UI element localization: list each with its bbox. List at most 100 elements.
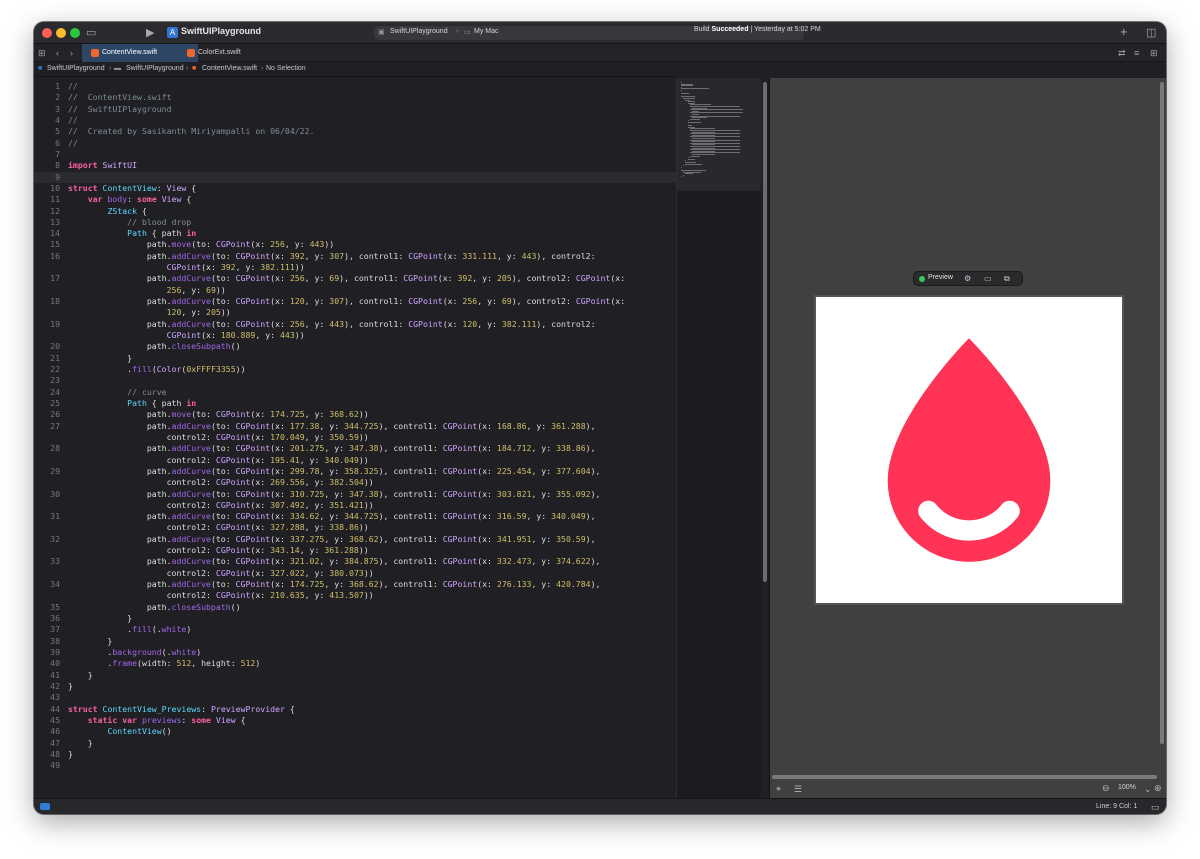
code-text[interactable]: // xyxy=(68,138,78,149)
breadcrumb-project[interactable]: SwiftUIPlayground xyxy=(47,65,105,72)
code-line[interactable]: 120, y: 205)) xyxy=(34,307,676,318)
code-text[interactable]: path.addCurve(to: CGPoint(x: 334.62, y: … xyxy=(68,511,596,522)
code-line[interactable]: 23 xyxy=(34,375,676,386)
code-line[interactable]: 31 path.addCurve(to: CGPoint(x: 334.62, … xyxy=(34,511,676,522)
chevron-down-icon[interactable]: ⌄ xyxy=(1144,783,1152,795)
code-line[interactable]: 46 ContentView() xyxy=(34,726,676,737)
code-text[interactable]: control2: CGPoint(x: 343.14, y: 361.288)… xyxy=(68,545,369,556)
code-text[interactable]: path.addCurve(to: CGPoint(x: 321.02, y: … xyxy=(68,556,601,567)
code-line[interactable]: 5 // Created by Sasikanth Miriyampalli on… xyxy=(34,126,676,137)
code-text[interactable]: control2: CGPoint(x: 195.41, y: 340.049)… xyxy=(68,455,369,466)
code-line[interactable]: control2: CGPoint(x: 210.635, y: 413.507… xyxy=(34,590,676,601)
code-text[interactable]: // ContentView.swift xyxy=(68,92,172,103)
code-line[interactable]: 27 path.addCurve(to: CGPoint(x: 177.38, … xyxy=(34,421,676,432)
debug-area-toggle-icon[interactable] xyxy=(40,803,50,810)
code-text[interactable]: } xyxy=(68,670,93,681)
code-line[interactable]: 8 import SwiftUI xyxy=(34,160,676,171)
editor-scrollbar-thumb[interactable] xyxy=(763,82,767,582)
preview-mode-label[interactable]: Preview xyxy=(928,274,953,281)
grid-icon[interactable]: ⊞ xyxy=(38,47,46,59)
play-icon[interactable]: ▶ xyxy=(146,25,154,41)
code-text[interactable]: // blood drop xyxy=(68,217,191,228)
code-text[interactable]: Path { path in xyxy=(68,398,196,409)
code-line[interactable]: 44 struct ContentView_Previews: PreviewPr… xyxy=(34,704,676,715)
code-line[interactable]: 43 xyxy=(34,692,676,703)
code-line[interactable]: 33 path.addCurve(to: CGPoint(x: 321.02, … xyxy=(34,556,676,567)
code-line[interactable]: 15 path.move(to: CGPoint(x: 256, y: 443)… xyxy=(34,239,676,250)
code-text[interactable]: control2: CGPoint(x: 210.635, y: 413.507… xyxy=(68,590,374,601)
code-text[interactable]: path.addCurve(to: CGPoint(x: 120, y: 307… xyxy=(68,296,625,307)
code-text[interactable]: struct ContentView_Previews: PreviewProv… xyxy=(68,704,295,715)
code-text[interactable]: 256, y: 69)) xyxy=(68,285,226,296)
forward-icon[interactable]: › xyxy=(70,47,73,59)
code-line[interactable]: 256, y: 69)) xyxy=(34,285,676,296)
code-text[interactable]: 120, y: 205)) xyxy=(68,307,231,318)
code-text[interactable]: path.move(to: CGPoint(x: 174.725, y: 368… xyxy=(68,409,369,420)
refresh-icon[interactable]: ⇄ xyxy=(1118,47,1126,59)
code-line[interactable]: control2: CGPoint(x: 327.022, y: 380.073… xyxy=(34,568,676,579)
code-line[interactable]: 40 .frame(width: 512, height: 512) xyxy=(34,658,676,669)
code-text[interactable]: control2: CGPoint(x: 170.049, y: 350.59)… xyxy=(68,432,369,443)
code-text[interactable]: static var previews: some View { xyxy=(68,715,246,726)
code-line[interactable]: 35 path.closeSubpath() xyxy=(34,602,676,613)
panel-toggle-icon[interactable]: ▭ xyxy=(1151,801,1160,813)
code-text[interactable]: } xyxy=(68,613,132,624)
scheme-name[interactable]: SwiftUIPlayground xyxy=(390,28,448,35)
code-line[interactable]: 20 path.closeSubpath() xyxy=(34,341,676,352)
code-text[interactable]: path.addCurve(to: CGPoint(x: 177.38, y: … xyxy=(68,421,596,432)
code-text[interactable]: path.addCurve(to: CGPoint(x: 337.275, y:… xyxy=(68,534,596,545)
code-text[interactable]: } xyxy=(68,749,73,760)
canvas-horizontal-scrollbar-thumb[interactable] xyxy=(772,775,1157,779)
zoom-level[interactable]: 100% xyxy=(1118,784,1136,791)
code-line[interactable]: 49 xyxy=(34,760,676,771)
code-line[interactable]: 37 .fill(.white) xyxy=(34,624,676,635)
editor-scrollbar[interactable] xyxy=(761,78,769,798)
code-text[interactable]: control2: CGPoint(x: 327.022, y: 380.073… xyxy=(68,568,374,579)
breadcrumb-file[interactable]: ContentView.swift xyxy=(202,65,257,72)
code-text[interactable]: // xyxy=(68,81,78,92)
code-text[interactable]: } xyxy=(68,636,112,647)
code-text[interactable]: path.addCurve(to: CGPoint(x: 299.78, y: … xyxy=(68,466,601,477)
zoom-window-button[interactable] xyxy=(70,28,80,38)
close-window-button[interactable] xyxy=(42,28,52,38)
code-text[interactable]: .fill(Color(0xFFFF3355)) xyxy=(68,364,245,375)
code-line[interactable]: 10 struct ContentView: View { xyxy=(34,183,676,194)
code-line[interactable]: 45 static var previews: some View { xyxy=(34,715,676,726)
code-text[interactable]: .background(.white) xyxy=(68,647,201,658)
code-text[interactable]: control2: CGPoint(x: 307.492, y: 351.421… xyxy=(68,500,374,511)
code-text[interactable]: path.addCurve(to: CGPoint(x: 310.725, y:… xyxy=(68,489,601,500)
zoom-in-icon[interactable]: ⊕ xyxy=(1154,782,1162,794)
code-text[interactable]: ZStack { xyxy=(68,206,146,217)
code-line[interactable]: 12 ZStack { xyxy=(34,206,676,217)
code-line[interactable]: 38 } xyxy=(34,636,676,647)
split-editor-icon[interactable]: ≡ xyxy=(1134,47,1139,59)
code-text[interactable]: struct ContentView: View { xyxy=(68,183,196,194)
code-line[interactable]: 11 var body: some View { xyxy=(34,194,676,205)
breadcrumb-folder[interactable]: SwiftUIPlayground xyxy=(126,65,184,72)
code-line[interactable]: 19 path.addCurve(to: CGPoint(x: 256, y: … xyxy=(34,319,676,330)
code-text[interactable]: .frame(width: 512, height: 512) xyxy=(68,658,260,669)
code-text[interactable]: // curve xyxy=(68,387,166,398)
code-line[interactable]: 47 } xyxy=(34,738,676,749)
code-line[interactable]: 2 // ContentView.swift xyxy=(34,92,676,103)
back-icon[interactable]: ‹ xyxy=(56,47,59,59)
code-text[interactable]: path.addCurve(to: CGPoint(x: 174.725, y:… xyxy=(68,579,601,590)
code-text[interactable]: CGPoint(x: 392, y: 382.111)) xyxy=(68,262,305,273)
tab-colorext[interactable]: ColorExt.swift xyxy=(178,44,278,62)
code-text[interactable]: path.addCurve(to: CGPoint(x: 256, y: 69)… xyxy=(68,273,625,284)
code-text[interactable]: path.addCurve(to: CGPoint(x: 256, y: 443… xyxy=(68,319,596,330)
breadcrumb-symbol[interactable]: No Selection xyxy=(266,65,306,72)
code-text[interactable]: path.move(to: CGPoint(x: 256, y: 443)) xyxy=(68,239,334,250)
code-line[interactable]: 4 // xyxy=(34,115,676,126)
code-text[interactable]: path.closeSubpath() xyxy=(68,602,241,613)
code-text[interactable]: // xyxy=(68,115,78,126)
plus-icon[interactable]: + xyxy=(1120,25,1128,39)
pin-icon[interactable]: ⌖ xyxy=(776,783,781,795)
code-line[interactable]: control2: CGPoint(x: 195.41, y: 340.049)… xyxy=(34,455,676,466)
canvas-horizontal-scrollbar[interactable] xyxy=(770,774,1159,780)
code-text[interactable]: path.addCurve(to: CGPoint(x: 201.275, y:… xyxy=(68,443,596,454)
duplicate-icon[interactable]: ⧉ xyxy=(1004,273,1010,285)
inspector-toggle-icon[interactable]: ◫ xyxy=(1146,25,1156,41)
code-text[interactable]: control2: CGPoint(x: 269.556, y: 382.504… xyxy=(68,477,374,488)
code-line[interactable]: 22 .fill(Color(0xFFFF3355)) xyxy=(34,364,676,375)
